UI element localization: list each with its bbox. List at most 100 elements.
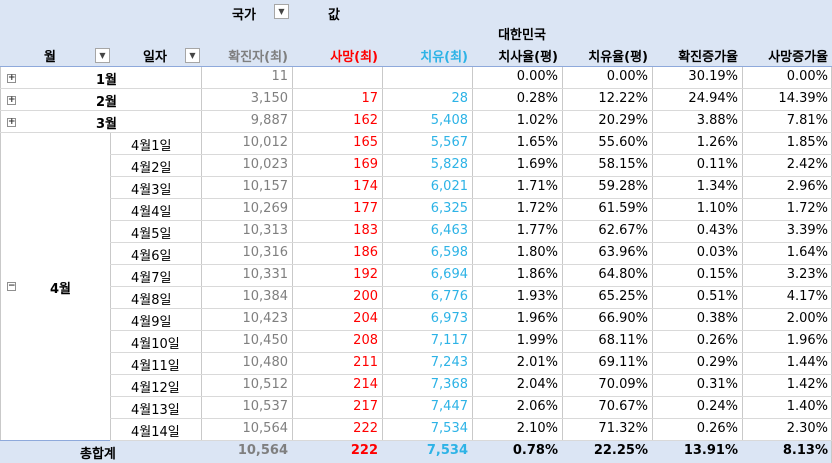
col-deaths-header: 사망(최) (330, 50, 378, 65)
deaths-cell: 17 (361, 91, 378, 106)
confirmed-cell: 9,887 (250, 113, 288, 128)
expand-icon[interactable]: + (7, 74, 16, 83)
col-recovery-header: 치유율(평) (588, 50, 648, 65)
row-day-label: 4월8일 (131, 293, 172, 308)
fatality-cell: 1.86% (516, 267, 558, 282)
row-gridline (110, 264, 832, 265)
deaths-cell: 211 (353, 355, 378, 370)
fatality-cell: 1.93% (516, 289, 558, 304)
recovery-cell: 70.67% (598, 399, 648, 414)
fatality-cell: 1.02% (516, 113, 558, 128)
fatality-cell: 1.72% (516, 201, 558, 216)
row-gridline (110, 242, 832, 243)
recovery-cell: 64.80% (598, 267, 648, 282)
death-growth-cell: 1.40% (786, 399, 828, 414)
death-growth-cell: 1.64% (786, 245, 828, 260)
confirmed-cell: 11 (271, 69, 288, 84)
row-day-label: 4월14일 (131, 425, 180, 440)
death-growth-cell: 2.42% (786, 157, 828, 172)
recovery-cell: 59.28% (598, 179, 648, 194)
col-conf-growth-header: 확진증가율 (678, 50, 738, 65)
confirmed-cell: 10,480 (242, 355, 289, 370)
deaths-cell: 192 (353, 267, 378, 282)
recovered-cell: 6,973 (430, 311, 468, 326)
total-recovered-cell: 7,534 (426, 443, 468, 458)
conf-growth-cell: 0.31% (696, 377, 738, 392)
confirmed-cell: 10,023 (242, 157, 289, 172)
april-group-divider (110, 133, 111, 441)
row-day-label: 4월10일 (131, 337, 180, 352)
row-gridline (201, 132, 832, 133)
recovered-cell: 5,828 (430, 157, 468, 172)
row-day-label: 4월6일 (131, 249, 172, 264)
recovery-cell: 61.59% (598, 201, 648, 216)
confirmed-cell: 10,450 (242, 333, 289, 348)
month-filter-dropdown-icon[interactable]: ▼ (95, 48, 110, 63)
total-conf-growth-cell: 13.91% (683, 443, 738, 458)
confirmed-cell: 10,423 (242, 311, 289, 326)
recovered-cell: 7,534 (430, 421, 468, 436)
conf-growth-cell: 30.19% (688, 69, 738, 84)
grand-total-label: 총합계 (80, 447, 116, 462)
row-gridline (110, 330, 832, 331)
day-filter-dropdown-icon[interactable]: ▼ (185, 48, 200, 63)
recovery-cell: 70.09% (598, 377, 648, 392)
recovered-cell: 5,408 (430, 113, 468, 128)
collapse-icon[interactable]: − (7, 282, 16, 291)
col-recovered-header: 치유(최) (420, 50, 468, 65)
conf-growth-cell: 1.26% (696, 135, 738, 150)
conf-growth-cell: 3.88% (696, 113, 738, 128)
row-month-label-april: 4월 (50, 282, 72, 297)
row-day-label: 4월5일 (131, 227, 172, 242)
conf-growth-cell: 0.26% (696, 421, 738, 436)
row-gridline (110, 308, 832, 309)
row-gridline (110, 198, 832, 199)
death-growth-cell: 0.00% (786, 69, 828, 84)
confirmed-cell: 10,537 (242, 399, 289, 414)
row-day-label: 4월11일 (131, 359, 180, 374)
row-gridline (201, 88, 832, 89)
row-gridline (110, 220, 832, 221)
confirmed-cell: 10,269 (242, 201, 289, 216)
deaths-cell: 204 (353, 311, 378, 326)
expand-icon[interactable]: + (7, 96, 16, 105)
filter-dropdown-icon[interactable]: ▼ (274, 4, 289, 19)
total-deaths-cell: 222 (350, 443, 378, 458)
recovery-cell: 68.11% (598, 333, 648, 348)
column-filter-label: 국가 (232, 8, 256, 23)
conf-growth-cell: 0.11% (696, 157, 738, 172)
death-growth-cell: 4.17% (786, 289, 828, 304)
expand-icon[interactable]: + (7, 118, 16, 127)
row-gridline (110, 374, 832, 375)
fatality-cell: 0.00% (516, 69, 558, 84)
death-growth-cell: 7.81% (786, 113, 828, 128)
recovery-cell: 62.67% (598, 223, 648, 238)
confirmed-cell: 10,157 (242, 179, 289, 194)
recovery-cell: 12.22% (598, 91, 648, 106)
total-recovery-cell: 22.25% (593, 443, 648, 458)
deaths-cell: 162 (353, 113, 378, 128)
fatality-cell: 1.77% (516, 223, 558, 238)
row-month-label: 1월 (96, 73, 118, 88)
col-confirmed-header: 확진자(최) (228, 50, 288, 65)
death-growth-cell: 2.30% (786, 421, 828, 436)
country-header: 대한민국 (498, 28, 546, 43)
fatality-cell: 1.96% (516, 311, 558, 326)
fatality-cell: 2.10% (516, 421, 558, 436)
row-gridline (110, 286, 832, 287)
recovery-cell: 65.25% (598, 289, 648, 304)
conf-growth-cell: 1.10% (696, 201, 738, 216)
col-month-label: 월 (44, 50, 56, 65)
deaths-cell: 214 (353, 377, 378, 392)
fatality-cell: 1.80% (516, 245, 558, 260)
total-death-growth-cell: 8.13% (782, 443, 828, 458)
row-gridline (0, 88, 201, 89)
fatality-cell: 1.99% (516, 333, 558, 348)
fatality-cell: 1.65% (516, 135, 558, 150)
recovered-cell: 6,776 (430, 289, 468, 304)
fatality-cell: 2.04% (516, 377, 558, 392)
confirmed-cell: 10,512 (242, 377, 289, 392)
row-month-label: 2월 (96, 95, 118, 110)
row-day-label: 4월1일 (131, 139, 172, 154)
recovered-cell: 6,598 (430, 245, 468, 260)
